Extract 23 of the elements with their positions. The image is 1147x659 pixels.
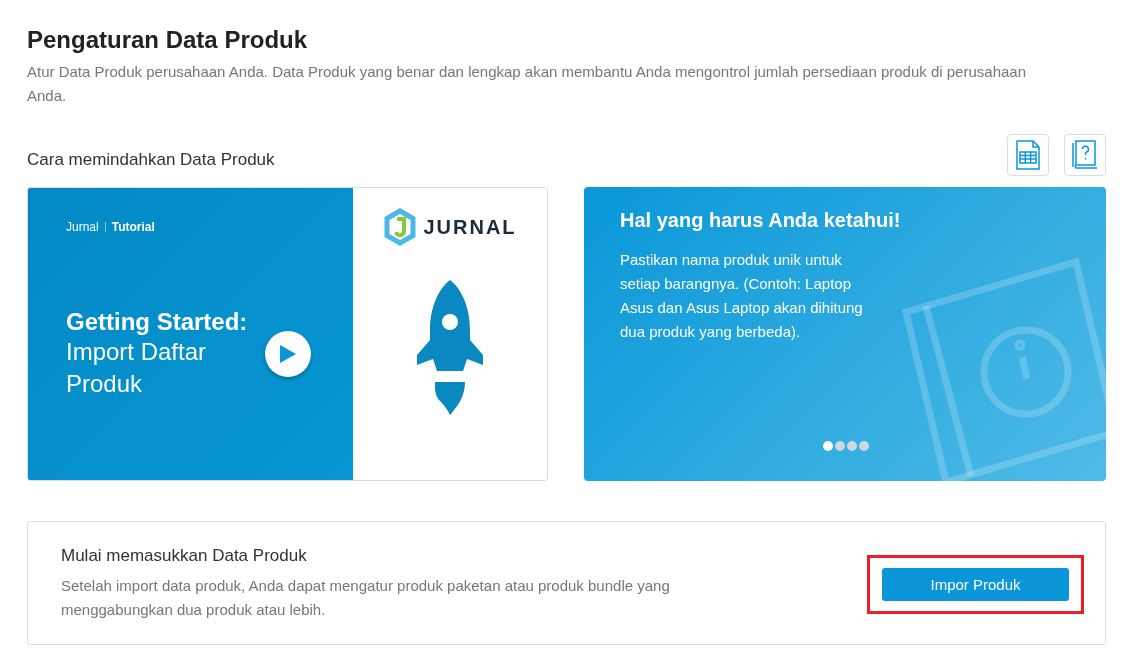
video-thumbnail[interactable]: Jurnal Tutorial Getting Started: Import Daftar Produk JURNAL — [27, 187, 548, 481]
carousel-dot[interactable] — [859, 441, 869, 451]
spreadsheet-file-icon[interactable] — [1007, 134, 1049, 176]
logo-text: JURNAL — [423, 215, 517, 239]
rocket-icon — [417, 280, 483, 416]
tips-text: Pastikan nama produk unik untuk setiap barangnya. (Contoh: Laptop Asus dan Asus Laptop akan dihitung dua produk yang berbeda). — [620, 250, 864, 342]
carousel-dot[interactable] — [823, 441, 833, 451]
section-heading: Cara memindahkan Data Produk — [27, 150, 275, 171]
page-title: Pengaturan Data Produk — [27, 26, 309, 54]
page-description: Atur Data Produk perusahaan Anda. Data Produk yang benar dan lengkap akan membantu Anda mengontrol jumlah persediaan produk di perusahaan Anda. — [27, 62, 1027, 106]
carousel-dot[interactable] — [835, 441, 845, 451]
import-description: Setelah import data produk, Anda dapat mengatur produk paketan atau produk bundle yang menggabungkan dua produk atau lebih. — [61, 576, 671, 620]
brand-label: Jurnal — [66, 220, 99, 234]
play-icon — [279, 344, 298, 364]
hexagon-logo-icon — [383, 208, 418, 246]
help-book-icon[interactable] — [1064, 134, 1106, 176]
tips-title: Hal yang harus Anda ketahui! — [620, 209, 902, 232]
video-title: Getting Started: — [66, 308, 248, 336]
carousel-dot[interactable] — [847, 441, 857, 451]
play-button[interactable] — [265, 331, 312, 377]
video-subtitle: Import Daftar Produk — [66, 337, 208, 399]
import-title: Mulai memasukkan Data Produk — [61, 546, 308, 566]
tutorial-label: Tutorial — [111, 220, 155, 234]
